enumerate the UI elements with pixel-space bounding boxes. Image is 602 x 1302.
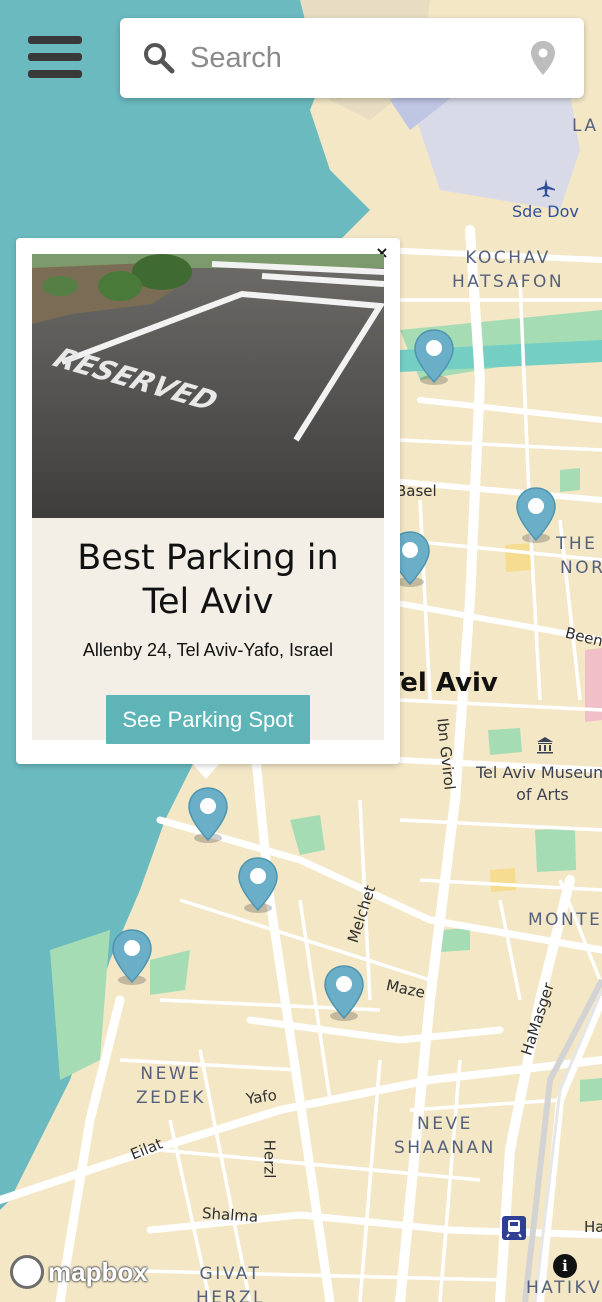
mapbox-logo-icon	[10, 1255, 44, 1289]
street-label-ha-right: Ha	[584, 1218, 602, 1236]
search-icon[interactable]	[142, 41, 176, 75]
museum-line-1: Tel Aviv Museum	[476, 763, 602, 782]
district-label-kochav: KOCHAV HATSAFON	[452, 246, 564, 294]
district-line-1: NEVE	[417, 1114, 473, 1134]
district-line-1: THE	[556, 534, 598, 554]
district-line-1: NEWE	[140, 1064, 202, 1084]
district-label-la: LA	[572, 116, 599, 136]
popup-title: Best Parking in Tel Aviv	[32, 536, 384, 624]
hamburger-icon	[28, 70, 82, 78]
parking-pin-marker[interactable]	[414, 328, 454, 386]
district-line-2: HATSAFON	[452, 272, 565, 292]
district-label-givat-herzl: GIVAT HERZL	[196, 1262, 265, 1302]
museum-line-2: of Arts	[516, 785, 569, 804]
hamburger-icon	[28, 36, 82, 44]
title-line-2: Tel Aviv	[142, 582, 274, 622]
museum-icon	[537, 737, 553, 754]
district-line-1: KOCHAV	[465, 248, 551, 268]
parking-pin-marker[interactable]	[516, 486, 556, 544]
mapbox-logo[interactable]: mapbox	[10, 1254, 148, 1290]
parking-pin-marker[interactable]	[112, 928, 152, 986]
info-icon[interactable]: i	[553, 1254, 577, 1278]
title-line-1: Best Parking in	[77, 538, 339, 578]
mapbox-logo-text: mapbox	[48, 1256, 148, 1287]
parking-pin-marker[interactable]	[188, 786, 228, 844]
district-line-2: ZEDEK	[136, 1088, 206, 1108]
museum-label: Tel Aviv Museum of Arts	[476, 762, 602, 806]
location-pin-icon[interactable]	[530, 40, 556, 76]
search-bar[interactable]	[120, 18, 584, 98]
district-label-hatikva: HATIKV	[526, 1278, 602, 1298]
district-line-1: GIVAT	[199, 1264, 262, 1284]
street-label-basel: Basel	[396, 482, 437, 500]
district-label-monte: MONTE	[528, 910, 602, 930]
hamburger-menu-button[interactable]	[28, 36, 82, 88]
parking-pin-marker[interactable]	[324, 964, 364, 1022]
district-label-neve-shaanan: NEVE SHAANAN	[394, 1112, 496, 1160]
district-label-the-nor: THE NOR	[548, 532, 602, 580]
hamburger-icon	[28, 53, 82, 61]
city-label: Tel Aviv	[386, 668, 498, 698]
airport-label: Sde Dov	[512, 202, 579, 221]
see-parking-spot-button[interactable]: See Parking Spot	[106, 695, 310, 744]
district-line-2: SHAANAN	[394, 1138, 496, 1158]
street-label-herzl: Herzl	[260, 1139, 279, 1179]
airplane-icon	[537, 179, 555, 197]
district-line-2: HERZL	[196, 1288, 265, 1302]
parking-card: RESERVED Best Parking in Tel Aviv Allenb…	[32, 254, 384, 744]
district-label-newe-zedek: NEWE ZEDEK	[136, 1062, 206, 1110]
parking-address: Allenby 24, Tel Aviv-Yafo, Israel	[82, 640, 334, 660]
parking-pin-marker[interactable]	[238, 856, 278, 914]
parking-popup: × RESERVED Best Parking in Tel Aviv Alle…	[16, 238, 400, 764]
popup-tip	[192, 763, 220, 779]
train-station-icon	[502, 1216, 526, 1240]
airport-label-text: Sde Dov	[512, 202, 579, 221]
street-label-shalma: Shalma	[201, 1204, 259, 1226]
district-line-2: NOR	[560, 558, 602, 578]
parking-photo: RESERVED	[32, 254, 384, 518]
search-input[interactable]	[190, 36, 520, 80]
